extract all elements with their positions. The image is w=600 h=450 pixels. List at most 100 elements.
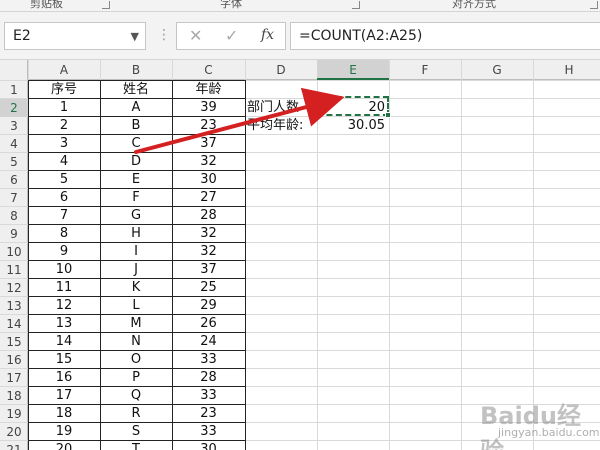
table-cell[interactable]: 33 bbox=[172, 423, 245, 441]
enter-icon[interactable]: ✓ bbox=[225, 26, 238, 45]
table-cell[interactable]: 20 bbox=[28, 441, 100, 450]
formula-input[interactable]: =COUNT(A2:A25) bbox=[290, 22, 600, 50]
table-cell[interactable]: 32 bbox=[172, 225, 245, 243]
table-cell[interactable]: 17 bbox=[28, 387, 100, 405]
table-header-cell[interactable]: 序号 bbox=[28, 81, 100, 99]
table-cell[interactable]: 15 bbox=[28, 351, 100, 369]
row-header-2[interactable]: 2 bbox=[0, 99, 28, 117]
table-cell[interactable]: 5 bbox=[28, 171, 100, 189]
table-cell[interactable]: 28 bbox=[172, 207, 245, 225]
row-header-8[interactable]: 8 bbox=[0, 207, 28, 225]
table-cell[interactable]: P bbox=[100, 369, 172, 387]
table-cell[interactable]: T bbox=[100, 441, 172, 450]
table-cell[interactable]: 3 bbox=[28, 135, 100, 153]
row-header-3[interactable]: 3 bbox=[0, 117, 28, 135]
row-header-14[interactable]: 14 bbox=[0, 315, 28, 333]
column-header-e[interactable]: E bbox=[317, 60, 389, 80]
row-header-21[interactable]: 21 bbox=[0, 441, 28, 450]
table-cell[interactable]: 33 bbox=[172, 387, 245, 405]
font-launcher-icon[interactable] bbox=[352, 1, 360, 9]
table-cell[interactable]: 23 bbox=[172, 405, 245, 423]
table-cell[interactable]: 30 bbox=[172, 441, 245, 450]
column-header-h[interactable]: H bbox=[533, 60, 600, 80]
column-header-a[interactable]: A bbox=[28, 60, 100, 80]
table-cell[interactable]: 29 bbox=[172, 297, 245, 315]
table-cell[interactable]: L bbox=[100, 297, 172, 315]
table-cell[interactable]: 7 bbox=[28, 207, 100, 225]
row-header-18[interactable]: 18 bbox=[0, 387, 28, 405]
table-cell[interactable]: 16 bbox=[28, 369, 100, 387]
table-cell[interactable]: N bbox=[100, 333, 172, 351]
table-cell[interactable]: 1 bbox=[28, 99, 100, 117]
table-cell[interactable]: 32 bbox=[172, 153, 245, 171]
table-cell[interactable]: 26 bbox=[172, 315, 245, 333]
fill-handle[interactable] bbox=[385, 112, 391, 118]
average-value-cell[interactable]: 30.05 bbox=[317, 117, 389, 135]
table-cell[interactable]: M bbox=[100, 315, 172, 333]
table-cell[interactable]: 8 bbox=[28, 225, 100, 243]
table-cell[interactable]: 30 bbox=[172, 171, 245, 189]
table-cell[interactable]: A bbox=[100, 99, 172, 117]
table-cell[interactable]: 32 bbox=[172, 243, 245, 261]
row-header-1[interactable]: 1 bbox=[0, 81, 28, 99]
table-cell[interactable]: 9 bbox=[28, 243, 100, 261]
table-cell[interactable]: 4 bbox=[28, 153, 100, 171]
insert-function-button[interactable]: fx bbox=[261, 27, 274, 43]
table-header-cell[interactable]: 年龄 bbox=[172, 81, 245, 99]
clipboard-launcher-icon[interactable] bbox=[102, 1, 110, 9]
table-cell[interactable]: J bbox=[100, 261, 172, 279]
column-header-b[interactable]: B bbox=[100, 60, 172, 80]
name-box[interactable]: E2 ▼ bbox=[4, 22, 146, 50]
row-header-19[interactable]: 19 bbox=[0, 405, 28, 423]
table-cell[interactable]: C bbox=[100, 135, 172, 153]
table-cell[interactable]: 13 bbox=[28, 315, 100, 333]
average-label-cell[interactable]: 平均年龄: bbox=[245, 117, 317, 135]
row-header-5[interactable]: 5 bbox=[0, 153, 28, 171]
table-cell[interactable]: 10 bbox=[28, 261, 100, 279]
row-header-17[interactable]: 17 bbox=[0, 369, 28, 387]
table-cell[interactable]: D bbox=[100, 153, 172, 171]
table-cell[interactable]: 25 bbox=[172, 279, 245, 297]
table-cell[interactable]: 24 bbox=[172, 333, 245, 351]
table-cell[interactable]: 39 bbox=[172, 99, 245, 117]
row-header-20[interactable]: 20 bbox=[0, 423, 28, 441]
table-cell[interactable]: O bbox=[100, 351, 172, 369]
row-header-13[interactable]: 13 bbox=[0, 297, 28, 315]
table-cell[interactable]: S bbox=[100, 423, 172, 441]
count-label-cell[interactable]: 部门人数 bbox=[245, 99, 317, 117]
row-header-16[interactable]: 16 bbox=[0, 351, 28, 369]
chevron-down-icon[interactable]: ▼ bbox=[131, 30, 139, 43]
table-cell[interactable]: 12 bbox=[28, 297, 100, 315]
row-header-6[interactable]: 6 bbox=[0, 171, 28, 189]
table-cell[interactable]: K bbox=[100, 279, 172, 297]
table-cell[interactable]: Q bbox=[100, 387, 172, 405]
table-cell[interactable]: H bbox=[100, 225, 172, 243]
row-header-15[interactable]: 15 bbox=[0, 333, 28, 351]
table-cell[interactable]: 33 bbox=[172, 351, 245, 369]
column-header-f[interactable]: F bbox=[389, 60, 461, 80]
table-cell[interactable]: 11 bbox=[28, 279, 100, 297]
table-cell[interactable]: 14 bbox=[28, 333, 100, 351]
row-header-9[interactable]: 9 bbox=[0, 225, 28, 243]
table-cell[interactable]: 27 bbox=[172, 189, 245, 207]
table-cell[interactable]: I bbox=[100, 243, 172, 261]
table-cell[interactable]: F bbox=[100, 189, 172, 207]
column-header-d[interactable]: D bbox=[245, 60, 317, 80]
table-cell[interactable]: G bbox=[100, 207, 172, 225]
row-header-12[interactable]: 12 bbox=[0, 279, 28, 297]
row-header-11[interactable]: 11 bbox=[0, 261, 28, 279]
table-cell[interactable]: 37 bbox=[172, 261, 245, 279]
table-cell[interactable]: 28 bbox=[172, 369, 245, 387]
table-cell[interactable]: E bbox=[100, 171, 172, 189]
table-cell[interactable]: 18 bbox=[28, 405, 100, 423]
table-cell[interactable]: 23 bbox=[172, 117, 245, 135]
row-header-10[interactable]: 10 bbox=[0, 243, 28, 261]
row-header-4[interactable]: 4 bbox=[0, 135, 28, 153]
table-header-cell[interactable]: 姓名 bbox=[100, 81, 172, 99]
column-header-c[interactable]: C bbox=[172, 60, 245, 80]
alignment-launcher-icon[interactable] bbox=[590, 1, 598, 9]
table-cell[interactable]: 2 bbox=[28, 117, 100, 135]
table-cell[interactable]: 6 bbox=[28, 189, 100, 207]
table-cell[interactable]: B bbox=[100, 117, 172, 135]
table-cell[interactable]: 37 bbox=[172, 135, 245, 153]
